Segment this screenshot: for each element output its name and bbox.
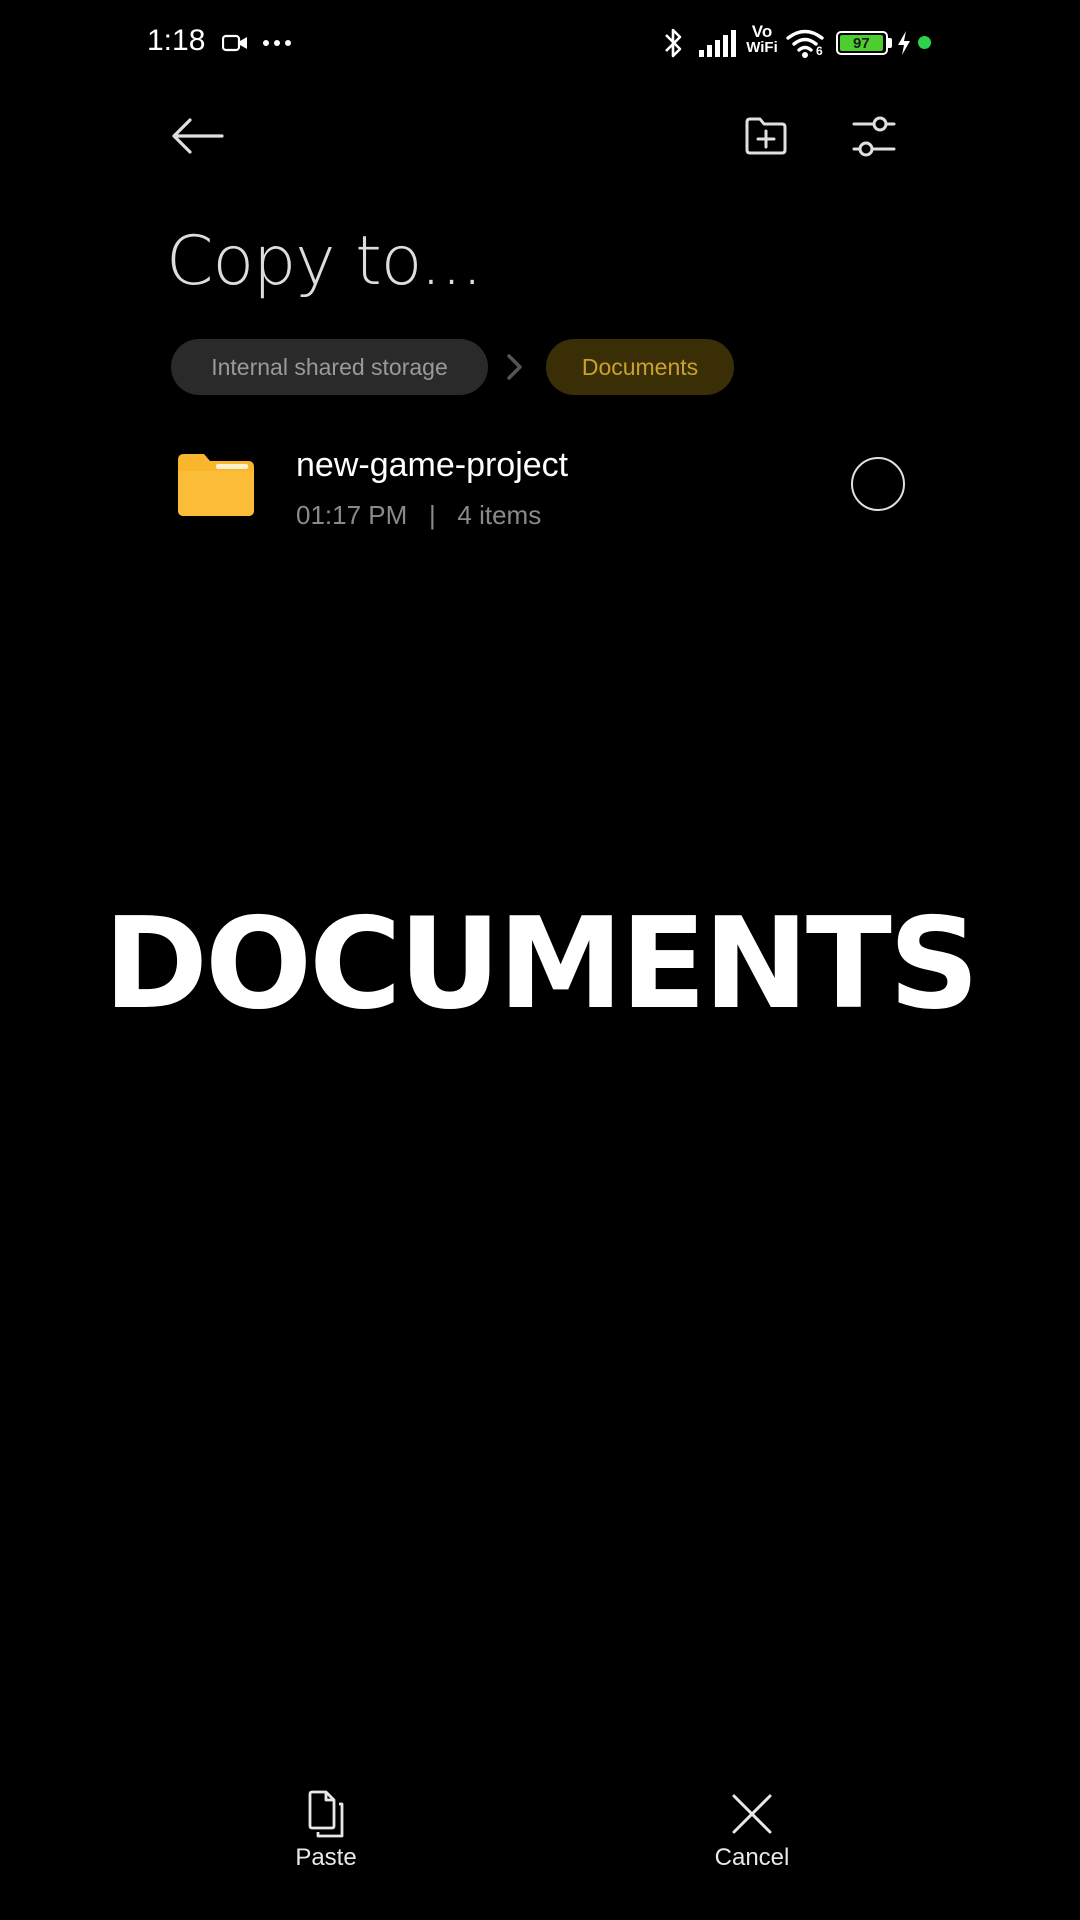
- folder-meta-separator: |: [428, 500, 436, 530]
- cancel-label: Cancel: [714, 1844, 790, 1871]
- vowifi-icon: Vo WiFi: [744, 22, 780, 60]
- new-folder-icon[interactable]: [744, 116, 788, 156]
- battery-tip: [888, 38, 892, 48]
- bluetooth-icon: [665, 28, 682, 58]
- video-call-icon: [222, 34, 247, 52]
- folder-icon: [178, 454, 254, 516]
- close-icon: [732, 1794, 772, 1834]
- battery-fill: 97: [840, 34, 883, 52]
- folder-item-count: 4 items: [457, 500, 542, 530]
- breadcrumb-chevron-icon: [507, 354, 522, 380]
- folder-meta: 01:17 PM | 4 items: [296, 500, 541, 531]
- privacy-dot-icon: [918, 36, 931, 49]
- status-time: 1:18: [147, 24, 206, 57]
- sort-settings-icon[interactable]: [852, 114, 896, 160]
- folder-name: new-game-project: [296, 446, 569, 484]
- cancel-button[interactable]: Cancel: [672, 1790, 832, 1900]
- wifi-badge: 6: [816, 44, 823, 58]
- breadcrumb-internal-storage[interactable]: Internal shared storage: [171, 339, 488, 395]
- breadcrumb-documents[interactable]: Documents: [546, 339, 734, 395]
- battery-level: 97: [852, 34, 870, 52]
- overlay-caption: DOCUMENTS: [103, 890, 979, 1037]
- select-radio[interactable]: [851, 457, 905, 511]
- vowifi-top-label: Vo: [751, 22, 773, 41]
- page-title: Copy to...: [166, 222, 483, 301]
- charging-icon: [898, 31, 910, 55]
- signal-icon: [699, 30, 736, 57]
- battery-icon: 97: [836, 31, 888, 55]
- paste-label: Paste: [295, 1844, 357, 1871]
- vowifi-bottom-label: WiFi: [746, 39, 778, 56]
- back-arrow-icon[interactable]: [170, 116, 224, 156]
- more-dots-icon: [263, 40, 291, 46]
- folder-time: 01:17 PM: [296, 500, 408, 530]
- paste-button[interactable]: Paste: [246, 1790, 406, 1900]
- paste-icon: [308, 1790, 344, 1838]
